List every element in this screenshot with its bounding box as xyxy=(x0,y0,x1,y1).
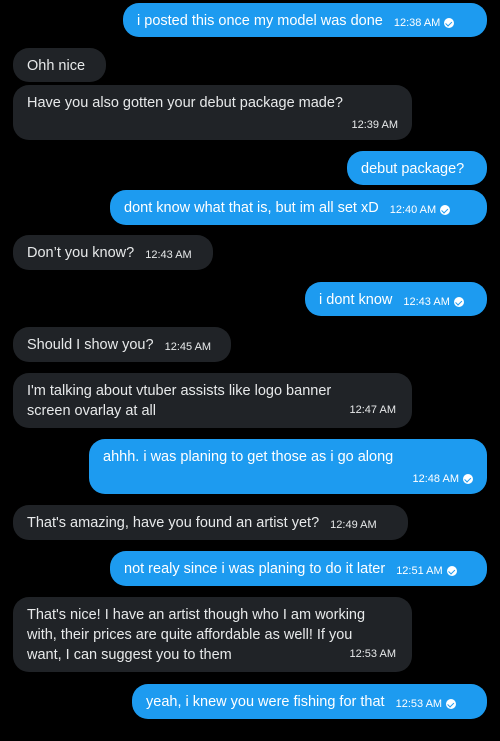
message-meta: 12:53 AM xyxy=(395,694,457,714)
message-bubble-received[interactable]: That's amazing, have you found an artist… xyxy=(13,505,408,540)
message-text: Have you also gotten your debut package … xyxy=(27,95,343,111)
message-timestamp: 12:53 AM xyxy=(349,648,396,660)
message-text: Should I show you? xyxy=(27,337,154,353)
message-meta: 12:53 AM xyxy=(350,644,396,664)
message-timestamp: 12:53 AM xyxy=(395,698,443,710)
message-timestamp: 12:47 AM xyxy=(349,404,396,416)
message-meta: 12:39 AM xyxy=(27,115,398,135)
message-text: dont know what that is, but im all set x… xyxy=(124,200,379,216)
message-text: i posted this once my model was done xyxy=(137,13,383,29)
message-bubble-received[interactable]: Have you also gotten your debut package … xyxy=(13,85,412,140)
check-circle-icon xyxy=(444,18,455,28)
message-timestamp: 12:48 AM xyxy=(412,473,459,485)
message-bubble-received[interactable]: I'm talking about vtuber assists like lo… xyxy=(13,373,412,428)
message-meta: 12:45 AM xyxy=(165,337,211,357)
message-text: ahhh. i was planing to get those as i go… xyxy=(103,449,394,465)
message-bubble-sent[interactable]: yeah, i knew you were fishing for that 1… xyxy=(132,684,487,719)
message-timestamp: 12:49 AM xyxy=(330,519,377,531)
message-timestamp: 12:38 AM xyxy=(393,17,441,29)
message-text: yeah, i knew you were fishing for that xyxy=(146,694,385,710)
message-bubble-received[interactable]: Ohh nice xyxy=(13,48,106,82)
check-circle-icon xyxy=(446,566,457,576)
message-meta: 12:43 AM xyxy=(403,292,464,312)
message-meta: 12:48 AM xyxy=(103,469,473,489)
message-meta: 12:43 AM xyxy=(145,245,191,265)
message-text: That's amazing, have you found an artist… xyxy=(27,515,320,531)
message-bubble-sent[interactable]: i dont know 12:43 AM xyxy=(305,282,487,316)
message-text: i dont know xyxy=(319,292,393,308)
message-meta: 12:51 AM xyxy=(396,561,457,581)
message-meta: 12:49 AM xyxy=(330,515,376,535)
message-timestamp: 12:51 AM xyxy=(396,565,443,577)
check-circle-icon xyxy=(453,297,464,307)
message-bubble-received[interactable]: Don’t you know? 12:43 AM xyxy=(13,235,213,270)
message-timestamp: 12:40 AM xyxy=(389,204,437,216)
message-bubble-sent[interactable]: not realy since i was planing to do it l… xyxy=(110,551,487,586)
check-circle-icon xyxy=(446,699,457,709)
check-circle-icon xyxy=(440,205,451,215)
message-text: I'm talking about vtuber assists like lo… xyxy=(27,383,332,419)
message-text: That's nice! I have an artist though who… xyxy=(27,607,366,663)
message-meta: 12:38 AM xyxy=(393,13,455,33)
message-bubble-sent[interactable]: ahhh. i was planing to get those as i go… xyxy=(89,439,487,494)
message-text: not realy since i was planing to do it l… xyxy=(124,561,386,577)
message-bubble-sent[interactable]: i posted this once my model was done 12:… xyxy=(123,3,487,37)
message-text: Don’t you know? xyxy=(27,245,135,261)
message-bubble-received[interactable]: That's nice! I have an artist though who… xyxy=(13,597,412,672)
message-timestamp: 12:45 AM xyxy=(164,341,212,353)
message-meta: 12:40 AM xyxy=(389,200,451,220)
message-bubble-sent[interactable]: dont know what that is, but im all set x… xyxy=(110,190,487,225)
message-bubble-received[interactable]: Should I show you? 12:45 AM xyxy=(13,327,231,362)
message-timestamp: 12:39 AM xyxy=(351,119,398,131)
message-text: debut package? xyxy=(361,161,465,177)
message-text: Ohh nice xyxy=(27,58,86,74)
message-meta: 12:47 AM xyxy=(350,400,396,420)
message-bubble-sent[interactable]: debut package? xyxy=(347,151,487,185)
message-timestamp: 12:43 AM xyxy=(403,296,450,308)
check-circle-icon xyxy=(463,474,473,484)
message-timestamp: 12:43 AM xyxy=(145,249,192,261)
